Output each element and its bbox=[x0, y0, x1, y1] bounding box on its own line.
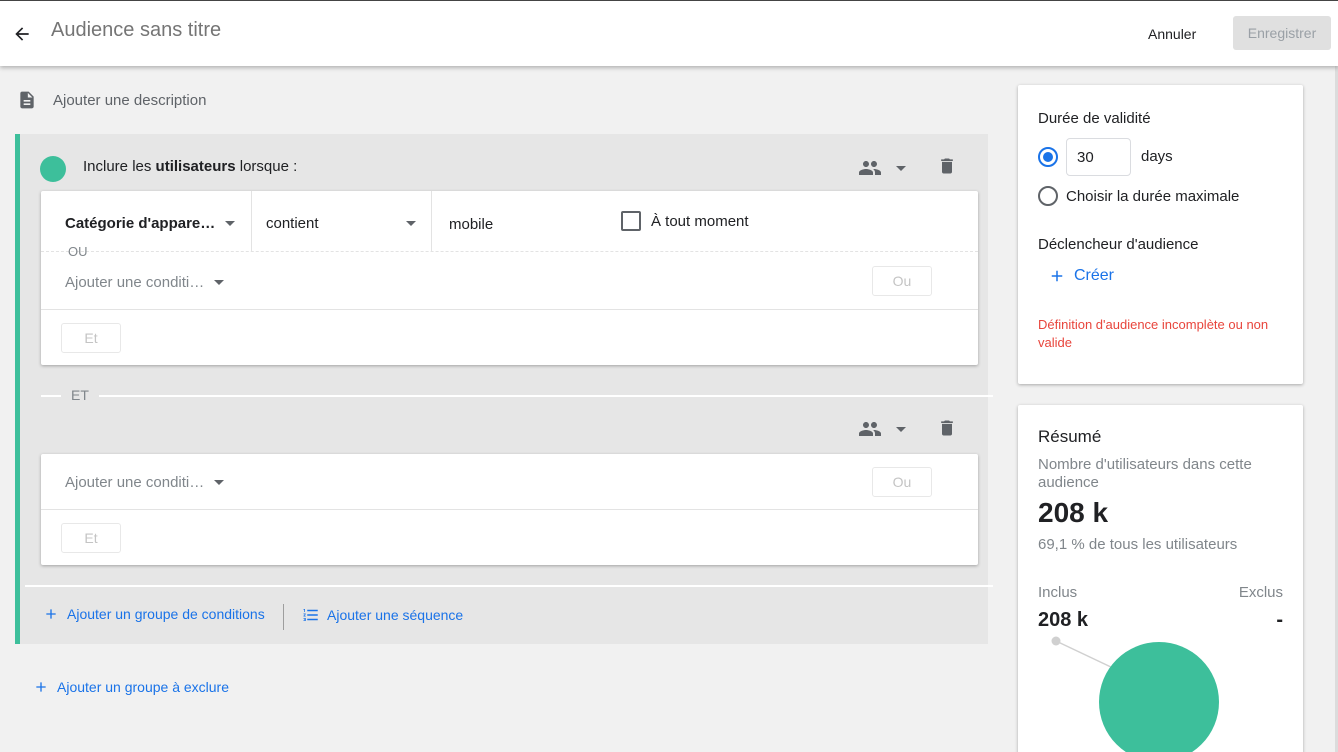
or-button[interactable]: Ou bbox=[872, 467, 932, 497]
delete-group-button[interactable] bbox=[935, 154, 959, 178]
top-bar: Annuler Enregistrer bbox=[0, 0, 1338, 66]
condition-card: Ajouter une conditi… Ou Et bbox=[41, 454, 978, 565]
divider bbox=[41, 509, 978, 510]
validity-title: Durée de validité bbox=[1038, 110, 1151, 127]
add-description-label: Ajouter une description bbox=[53, 91, 207, 109]
divider bbox=[41, 309, 978, 310]
or-label: OU bbox=[68, 244, 88, 259]
cancel-button[interactable]: Annuler bbox=[1134, 17, 1210, 51]
excluded-value: - bbox=[1276, 609, 1283, 631]
radio-selected-icon bbox=[1038, 147, 1058, 167]
add-description[interactable]: Ajouter une description bbox=[17, 89, 206, 111]
include-prefix: Inclure les bbox=[83, 158, 156, 175]
add-sequence-label: Ajouter une séquence bbox=[327, 607, 464, 623]
include-group: Inclure les utilisateurs lorsque : Catég… bbox=[15, 134, 993, 644]
include-suffix: lorsque : bbox=[235, 158, 298, 175]
include-scope: utilisateurs bbox=[155, 158, 236, 175]
people-icon bbox=[859, 422, 881, 436]
back-arrow-icon bbox=[15, 27, 29, 41]
trash-icon bbox=[941, 420, 953, 436]
add-condition-placeholder: Ajouter une conditi… bbox=[65, 273, 205, 291]
summary-panel: Résumé Nombre d'utilisateurs dans cette … bbox=[1018, 405, 1303, 752]
summary-subtitle: Nombre d'utilisateurs dans cette audienc… bbox=[1038, 456, 1252, 491]
validity-panel: Durée de validité days Choisir la durée … bbox=[1018, 85, 1303, 384]
divider bbox=[41, 251, 978, 252]
radio-unselected-icon bbox=[1038, 186, 1058, 206]
included-value: 208 k bbox=[1038, 609, 1089, 631]
include-dot bbox=[40, 156, 66, 182]
or-button[interactable]: Ou bbox=[872, 266, 932, 296]
plus-icon bbox=[46, 609, 56, 619]
divider bbox=[251, 191, 252, 251]
chevron-down-icon bbox=[214, 479, 225, 485]
and-separator-label: ET bbox=[71, 387, 89, 403]
and-button[interactable]: Et bbox=[61, 523, 121, 553]
operator-value: contient bbox=[266, 214, 319, 232]
add-sequence-link[interactable]: Ajouter une séquence bbox=[301, 606, 463, 624]
checkbox-icon bbox=[621, 211, 641, 231]
plus-icon bbox=[36, 682, 46, 692]
divider bbox=[99, 395, 993, 397]
summary-title: Résumé bbox=[1038, 427, 1102, 446]
scope-selector[interactable] bbox=[858, 417, 906, 441]
chevron-down-icon bbox=[896, 165, 906, 171]
operator-select[interactable]: contient bbox=[266, 212, 416, 234]
leader-dot bbox=[1051, 636, 1061, 646]
add-condition-select[interactable]: Ajouter une conditi… bbox=[65, 271, 225, 293]
excluded-label: Exclus bbox=[1238, 584, 1283, 601]
included-slice bbox=[1099, 642, 1219, 752]
anytime-checkbox[interactable]: À tout moment bbox=[621, 210, 749, 232]
and-button[interactable]: Et bbox=[61, 323, 121, 353]
description-icon bbox=[20, 91, 34, 109]
dimension-select[interactable]: Catégorie d'appare… bbox=[65, 212, 236, 234]
max-duration-radio[interactable]: Choisir la durée maximale bbox=[1038, 186, 1239, 206]
save-button[interactable]: Enregistrer bbox=[1233, 16, 1331, 50]
delete-group-button[interactable] bbox=[935, 416, 959, 440]
add-exclude-group-link[interactable]: Ajouter un groupe à exclure bbox=[33, 679, 229, 695]
divider bbox=[41, 395, 61, 397]
value-text: mobile bbox=[449, 215, 494, 233]
days-unit-label: days bbox=[1141, 148, 1173, 165]
chevron-down-icon bbox=[896, 426, 906, 432]
trigger-title: Déclencheur d'audience bbox=[1038, 236, 1199, 253]
included-label: Inclus bbox=[1038, 584, 1078, 601]
divider bbox=[431, 191, 432, 251]
create-trigger-label: Créer bbox=[1074, 267, 1115, 284]
create-trigger-button[interactable]: Créer bbox=[1048, 267, 1114, 285]
and-separator: ET bbox=[41, 386, 993, 406]
audience-title-input[interactable] bbox=[51, 19, 451, 42]
scope-selector[interactable] bbox=[858, 156, 906, 180]
divider bbox=[283, 604, 284, 630]
user-percent: 69,1 % de tous les utilisateurs bbox=[1038, 536, 1238, 553]
add-condition-group-link[interactable]: Ajouter un groupe de conditions bbox=[43, 606, 265, 622]
add-exclude-group-label: Ajouter un groupe à exclure bbox=[57, 679, 229, 695]
chevron-down-icon bbox=[214, 279, 225, 285]
anytime-label: À tout moment bbox=[651, 212, 749, 230]
include-heading: Inclure les utilisateurs lorsque : bbox=[83, 158, 297, 175]
chevron-down-icon bbox=[406, 220, 416, 226]
add-condition-select[interactable]: Ajouter une conditi… bbox=[65, 471, 225, 493]
value-input[interactable]: mobile bbox=[449, 213, 493, 235]
sequence-icon bbox=[303, 609, 318, 621]
divider bbox=[25, 585, 993, 587]
people-icon bbox=[859, 161, 881, 175]
add-condition-placeholder: Ajouter une conditi… bbox=[65, 473, 205, 491]
days-radio[interactable] bbox=[1038, 147, 1058, 167]
back-button[interactable] bbox=[8, 20, 36, 48]
add-condition-group-label: Ajouter un groupe de conditions bbox=[67, 606, 265, 622]
chevron-down-icon bbox=[225, 220, 236, 226]
days-input[interactable] bbox=[1066, 138, 1131, 176]
plus-icon bbox=[1051, 270, 1063, 282]
user-count: 208 k bbox=[1038, 497, 1109, 528]
audience-pie-chart bbox=[1051, 636, 1219, 752]
trash-icon bbox=[941, 158, 953, 174]
error-message: Définition d'audience incomplète ou non … bbox=[1038, 317, 1269, 350]
condition-card: Catégorie d'appare… contient mobile À to… bbox=[41, 191, 978, 365]
leader-line bbox=[1055, 640, 1114, 669]
dimension-value: Catégorie d'appare… bbox=[65, 214, 216, 232]
max-duration-label: Choisir la durée maximale bbox=[1066, 187, 1240, 205]
